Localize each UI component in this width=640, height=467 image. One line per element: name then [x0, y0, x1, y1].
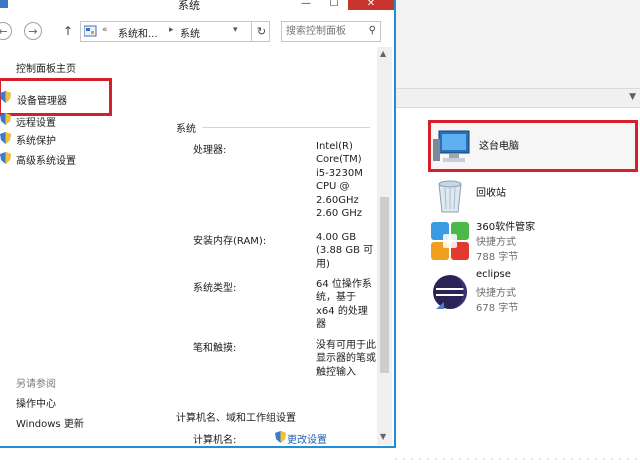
system-protection-link[interactable]: 系统保护 [16, 132, 56, 147]
device-manager-link[interactable]: 设备管理器 [17, 92, 67, 107]
control-panel-home-link[interactable]: 控制面板主页 [16, 60, 76, 75]
system-window: 系统 —☐✕ ← → ↑ « 系统和... ▸ 系统 ▾ ↻ ⚲ 控制面板主页 [0, 0, 396, 448]
chevron-down-icon[interactable]: ▾ [233, 25, 238, 35]
back-arrow-icon[interactable]: ← [0, 22, 12, 40]
file-type: 快捷方式 [476, 288, 516, 299]
control-panel-icon [84, 25, 97, 37]
ram-label: 安装内存(RAM): [193, 236, 267, 247]
title-bar[interactable]: 系统 — ☐ ✕ [0, 0, 394, 12]
chevron-right-icon[interactable]: ▸ [169, 25, 174, 35]
search-icon[interactable]: ⚲ [369, 25, 376, 36]
file-item-360[interactable]: 360软件管家 快捷方式 788 字节 [428, 217, 638, 269]
ram-value: 4.00 GB (3.88 GB 可用) [316, 232, 374, 270]
up-arrow-icon[interactable]: ↑ [63, 24, 73, 38]
remote-settings-link[interactable]: 远程设置 [16, 114, 56, 129]
search-box[interactable]: ⚲ [281, 21, 381, 42]
overflow-chevron[interactable]: « [102, 25, 108, 35]
shield-icon [275, 431, 286, 443]
advanced-system-settings-link[interactable]: 高级系统设置 [16, 152, 76, 167]
window-icon [0, 0, 8, 8]
file-size: 788 字节 [476, 252, 519, 263]
file-item-this-pc[interactable]: 这台电脑 [428, 120, 638, 172]
360-app-icon [431, 222, 469, 260]
scroll-up-icon[interactable]: ▲ [380, 49, 386, 58]
search-input[interactable] [286, 23, 364, 40]
file-name: 回收站 [476, 188, 506, 199]
window-title: 系统 [178, 0, 200, 12]
window-controls: — ☐ ✕ [292, 0, 394, 10]
computer-name-label: 计算机名: [193, 435, 237, 446]
shield-icon [0, 113, 11, 125]
vertical-scrollbar[interactable]: ▲ ▼ [377, 47, 392, 445]
eclipse-icon [433, 275, 467, 309]
file-name: eclipse [476, 269, 511, 280]
system-type-label: 系统类型: [193, 283, 237, 294]
shield-icon [0, 91, 11, 103]
section-title-computer-name: 计算机名、域和工作组设置 [176, 413, 296, 424]
recycle-bin-icon [438, 180, 462, 213]
see-also-heading: 另请参阅 [16, 379, 56, 390]
change-settings-link[interactable]: 更改设置 [287, 431, 327, 446]
pen-touch-label: 笔和触摸: [193, 343, 237, 354]
action-center-link[interactable]: 操作中心 [16, 395, 56, 410]
minimize-button[interactable]: — [292, 0, 320, 10]
section-title-system: 系统 [176, 124, 196, 135]
system-type-value: 64 位操作系统，基于 x64 的处理器 [316, 279, 372, 331]
processor-value: Intel(R) Core(TM) i5-3230M CPU @ 2.60GHz… [316, 141, 363, 220]
forward-arrow-icon[interactable]: → [24, 22, 42, 40]
file-name: 360软件管家 [476, 222, 536, 233]
close-button[interactable]: ✕ [348, 0, 394, 10]
section-divider [202, 127, 370, 128]
file-item-eclipse[interactable]: eclipse 快捷方式 678 字节 [428, 268, 638, 320]
file-name: 这台电脑 [479, 141, 519, 152]
breadcrumb-system-security[interactable]: 系统和... [118, 25, 158, 40]
processor-label: 处理器: [193, 145, 227, 156]
explorer-top-band [395, 0, 640, 88]
maximize-button[interactable]: ☐ [320, 0, 348, 10]
scroll-down-icon[interactable]: ▼ [380, 432, 386, 441]
computer-icon [433, 130, 470, 162]
system-info-content: 系统 处理器: Intel(R) Core(TM) i5-3230M CPU @… [150, 52, 378, 446]
scrollbar-thumb[interactable] [380, 197, 389, 373]
background-explorer-window: ▼ 这台电脑 回收站 360软件管家 快捷方式 788 字节 eclipse 快… [395, 0, 640, 467]
navigation-bar: ← → ↑ « 系统和... ▸ 系统 ▾ ↻ ⚲ [0, 18, 394, 46]
highlight-box: 设备管理器 [0, 78, 112, 116]
pen-touch-value: 没有可用于此显示器的笔或触控输入 [316, 340, 376, 378]
horizontal-scrollbar[interactable]: ▼ [395, 88, 640, 108]
file-size: 678 字节 [476, 303, 519, 314]
breadcrumb-system[interactable]: 系统 [180, 25, 200, 40]
chevron-down-icon[interactable]: ▼ [629, 92, 636, 102]
address-bar[interactable]: « 系统和... ▸ 系统 ▾ ↻ [80, 21, 270, 42]
dotted-border [395, 458, 640, 460]
windows-update-link[interactable]: Windows 更新 [16, 415, 84, 430]
left-navigation: 控制面板主页 远程设置 设备管理器 系统保护 高级系统设置 另请参阅 操作中心 … [0, 52, 150, 442]
shield-icon [0, 152, 11, 164]
file-type: 快捷方式 [476, 237, 516, 248]
refresh-icon[interactable]: ↻ [251, 22, 271, 41]
shield-icon [0, 132, 11, 144]
